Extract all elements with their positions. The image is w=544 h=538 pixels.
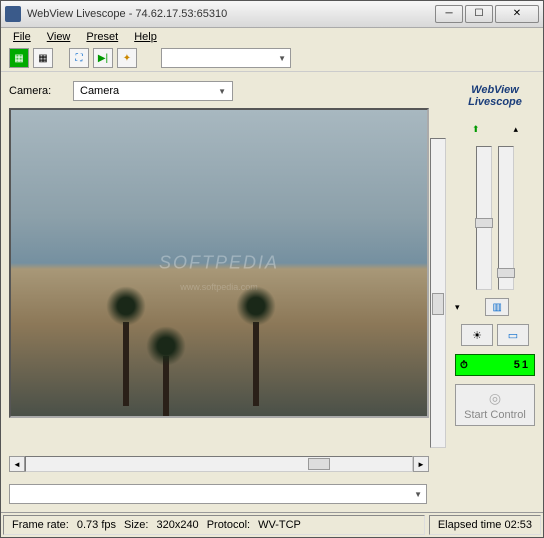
elapsed-value: 02:53 [504, 519, 532, 531]
logo-line1: WebView [455, 84, 535, 96]
scroll-left-arrow-icon[interactable]: ◄ [9, 456, 25, 472]
camera-control-icon: ◎ [489, 390, 501, 407]
toolbar: ▦ ▦ ⛶ ▶| ✦ ▼ [1, 45, 543, 72]
frame-rate-value: 0.73 fps [77, 519, 116, 531]
protocol-label: Protocol: [207, 519, 250, 531]
tilt-slider-thumb[interactable] [475, 218, 493, 228]
toolbar-combo[interactable]: ▼ [161, 48, 291, 68]
video-frame[interactable]: SOFTPEDIA www.softpedia.com [9, 108, 429, 418]
right-panel: WebView Livescope ⬆ ▴ ▾ ▥ ☀ [455, 80, 535, 504]
logo-line2: Livescope [455, 96, 535, 108]
statusbar: Frame rate: 0.73 fps Size: 320x240 Proto… [1, 512, 543, 537]
horizontal-scrollbar-thumb[interactable] [308, 458, 330, 470]
tool-expand-icon[interactable]: ⛶ [69, 48, 89, 68]
menu-help[interactable]: Help [128, 29, 163, 45]
chevron-down-icon: ▼ [218, 87, 226, 96]
scene-palm [111, 286, 141, 406]
tool-play-icon[interactable]: ▶| [93, 48, 113, 68]
scene-palm [151, 326, 181, 418]
titlebar[interactable]: WebView Livescope - 74.62.17.53:65310 ─ … [1, 1, 543, 28]
minimize-button[interactable]: ─ [435, 5, 463, 23]
watermark-text: SOFTPEDIA [159, 253, 279, 274]
start-control-label: Start Control [464, 409, 526, 421]
zoom-slider[interactable] [498, 146, 514, 290]
menu-preset[interactable]: Preset [80, 29, 124, 45]
slider-bottom-row: ▾ ▥ [455, 298, 535, 316]
start-control-button[interactable]: ◎ Start Control [455, 384, 535, 426]
scroll-right-arrow-icon[interactable]: ► [413, 456, 429, 472]
vertical-scrollbar[interactable] [430, 138, 446, 448]
clock-icon: ⏱ [460, 360, 470, 371]
timer-value: 51 [514, 359, 530, 371]
camera-select-value: Camera [80, 85, 119, 97]
video-container: SOFTPEDIA www.softpedia.com [9, 108, 429, 448]
slider-top-row: ⬆ ▴ [455, 120, 535, 138]
status-elapsed: Elapsed time 02:53 [429, 515, 541, 535]
horizontal-scrollbar[interactable] [25, 456, 413, 472]
size-label: Size: [124, 519, 148, 531]
vertical-scrollbar-thumb[interactable] [432, 293, 444, 315]
protocol-value: WV-TCP [258, 519, 301, 531]
camera-row: Camera: Camera ▼ [9, 80, 451, 102]
window-title: WebView Livescope - 74.62.17.53:65310 [27, 8, 435, 20]
tool-checker-gray-icon[interactable]: ▦ [33, 48, 53, 68]
main-area: Camera: Camera ▼ SOFTPEDIA www.softpedia… [1, 72, 543, 512]
zoom-slider-thumb[interactable] [497, 268, 515, 278]
left-panel: Camera: Camera ▼ SOFTPEDIA www.softpedia… [9, 80, 451, 504]
scene-palm [241, 286, 271, 406]
horizontal-scroll-row: ◄ ► [9, 456, 429, 472]
grid-icon[interactable]: ▥ [485, 298, 509, 316]
camera-label: Camera: [9, 85, 65, 97]
chevron-down-icon: ▼ [278, 54, 286, 63]
frame-rate-label: Frame rate: [12, 519, 69, 531]
menu-view[interactable]: View [41, 29, 77, 45]
close-button[interactable]: ✕ [495, 5, 539, 23]
backlight-icon[interactable]: ☀ [461, 324, 493, 346]
timer-display: ⏱ 51 [455, 354, 535, 376]
sliders-area [455, 142, 535, 294]
maximize-button[interactable]: ☐ [465, 5, 493, 23]
zoom-down-icon[interactable]: ▾ [455, 302, 460, 313]
tool-camera-icon[interactable]: ✦ [117, 48, 137, 68]
main-window: WebView Livescope - 74.62.17.53:65310 ─ … [0, 0, 544, 538]
status-main: Frame rate: 0.73 fps Size: 320x240 Proto… [3, 515, 425, 535]
tree-icon: ⬆ [472, 124, 480, 135]
tilt-slider[interactable] [476, 146, 492, 290]
panorama-icon[interactable]: ▭ [497, 324, 529, 346]
size-value: 320x240 [156, 519, 198, 531]
control-icons-row: ☀ ▭ [455, 324, 535, 346]
webview-logo: WebView Livescope [455, 84, 535, 108]
menubar: File View Preset Help [1, 28, 543, 46]
camera-select[interactable]: Camera ▼ [73, 81, 233, 101]
zoom-up-icon[interactable]: ▴ [513, 124, 518, 135]
bottom-combo[interactable]: ▼ [9, 484, 427, 504]
chevron-down-icon: ▼ [414, 490, 422, 499]
menu-file[interactable]: File [7, 29, 37, 45]
app-icon [5, 6, 21, 22]
vertical-scroll-panel [429, 108, 447, 448]
elapsed-label: Elapsed time [438, 519, 502, 531]
tool-checker-green-icon[interactable]: ▦ [9, 48, 29, 68]
